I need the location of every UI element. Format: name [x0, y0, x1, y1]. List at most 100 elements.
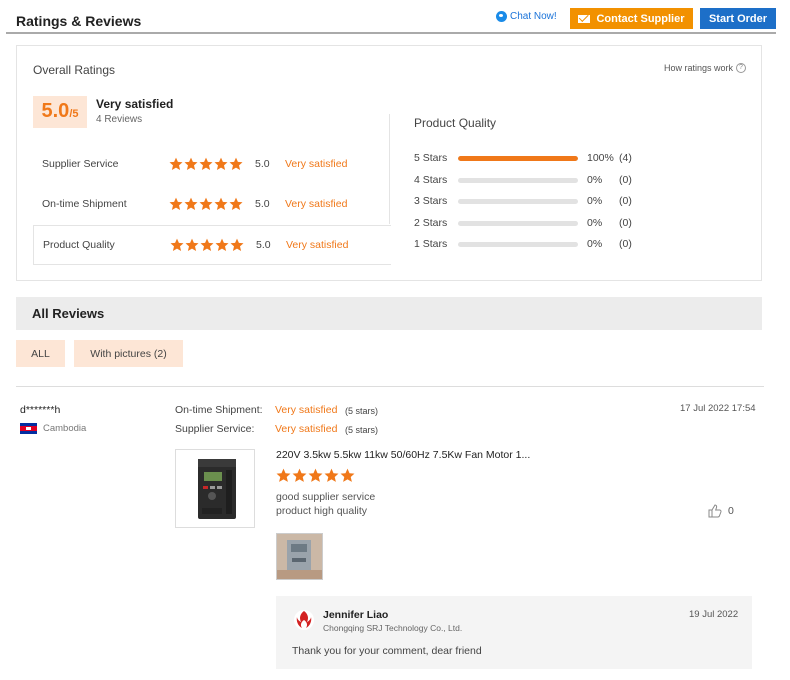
star-icon: [230, 238, 244, 251]
star-icon: [215, 238, 229, 251]
star-icon: [276, 468, 291, 482]
envelope-icon: [578, 14, 591, 23]
reviews-divider: [16, 386, 764, 387]
contact-supplier-button[interactable]: Contact Supplier: [570, 8, 693, 29]
distribution-label: 5 Stars: [414, 152, 448, 164]
star-icon: [229, 197, 243, 210]
all-reviews-title: All Reviews: [32, 306, 105, 321]
distribution-row: 2 Stars 0% (0): [414, 216, 654, 230]
overall-score-badge: 5.0 /5: [33, 96, 87, 128]
distribution-percent: 0%: [587, 217, 603, 229]
like-count: 0: [728, 505, 734, 517]
reviews-count: 4 Reviews: [96, 114, 143, 125]
distribution-count: (4): [619, 152, 632, 164]
cambodia-flag-icon: [20, 423, 37, 434]
distribution-label: 4 Stars: [414, 174, 448, 186]
shipment-stars: (5 stars): [345, 406, 379, 416]
category-stars: [169, 157, 243, 171]
shipment-label: On-time Shipment:: [175, 404, 263, 416]
chat-now-link[interactable]: Chat Now!: [496, 11, 557, 22]
reply-message: Thank you for your comment, dear friend: [292, 645, 482, 657]
distribution-label: 2 Stars: [414, 217, 448, 229]
star-icon: [185, 238, 199, 251]
page-title: Ratings & Reviews: [16, 13, 142, 29]
distribution-bar: [458, 241, 578, 247]
shipment-value: Very satisfied: [275, 404, 338, 416]
contact-supplier-label: Contact Supplier: [596, 12, 685, 25]
category-value: 5.0: [256, 239, 271, 251]
distribution-bar: [458, 155, 578, 161]
reply-date: 19 Jul 2022: [689, 609, 739, 620]
star-icon: [214, 197, 228, 210]
all-reviews-bar: All Reviews: [16, 297, 762, 330]
distribution-row: 5 Stars 100% (4): [414, 151, 654, 165]
category-stars: [170, 238, 244, 252]
star-icon: [184, 157, 198, 170]
category-row-on-time-shipment: On-time Shipment 5.0 Very satisfied: [33, 184, 391, 224]
distribution-count: (0): [619, 238, 632, 250]
product-title-link[interactable]: 220V 3.5kw 5.5kw 11kw 50/60Hz 7.5Kw Fan …: [276, 449, 530, 461]
service-stars: (5 stars): [345, 425, 379, 435]
category-label: Supplier Service: [42, 158, 119, 170]
distribution-count: (0): [619, 174, 632, 186]
category-stars: [169, 197, 243, 211]
distribution-label: 3 Stars: [414, 195, 448, 207]
review-stars: [276, 468, 355, 483]
category-row-product-quality[interactable]: Product Quality 5.0 Very satisfied: [33, 225, 391, 265]
supplier-logo-icon: [294, 610, 314, 630]
thumbs-up-icon: [708, 504, 722, 518]
start-order-button[interactable]: Start Order: [700, 8, 776, 29]
star-icon: [199, 197, 213, 210]
section-header: Ratings & Reviews Chat Now! Contact Supp…: [6, 0, 776, 34]
star-icon: [229, 157, 243, 170]
star-icon: [308, 468, 323, 482]
chat-icon: [496, 11, 507, 22]
review-date: 17 Jul 2022 17:54: [680, 403, 756, 414]
how-ratings-work-link[interactable]: How ratings work ?: [664, 63, 746, 73]
filter-all-button[interactable]: ALL: [16, 340, 65, 367]
distribution-percent: 0%: [587, 195, 603, 207]
distribution-row: 3 Stars 0% (0): [414, 194, 654, 208]
category-row-supplier-service: Supplier Service 5.0 Very satisfied: [33, 144, 391, 184]
star-icon: [170, 238, 184, 251]
review-text-line-1: good supplier service: [276, 491, 376, 503]
overall-ratings-panel: Overall Ratings How ratings work ? 5.0 /…: [16, 45, 762, 281]
category-satisfaction: Very satisfied: [286, 239, 349, 251]
category-satisfaction: Very satisfied: [285, 158, 348, 170]
distribution-percent: 0%: [587, 174, 603, 186]
product-image[interactable]: [175, 449, 255, 528]
star-icon: [292, 468, 307, 482]
help-icon: ?: [736, 63, 746, 73]
category-value: 5.0: [255, 198, 270, 210]
overall-score: 5.0: [41, 100, 70, 122]
distribution-percent: 100%: [587, 152, 614, 164]
distribution-percent: 0%: [587, 238, 603, 250]
supplier-reply: Jennifer Liao Chongqing SRJ Technology C…: [276, 596, 752, 669]
distribution-count: (0): [619, 195, 632, 207]
distribution-row: 4 Stars 0% (0): [414, 173, 654, 187]
reply-author: Jennifer Liao: [323, 609, 389, 621]
country-label: Cambodia: [43, 423, 87, 434]
distribution-bar: [458, 177, 578, 183]
category-label: Product Quality: [43, 239, 115, 251]
how-ratings-work-label: How ratings work: [663, 63, 733, 73]
review-text-line-2: product high quality: [276, 505, 368, 517]
reviewer-name: d*******h: [20, 404, 61, 416]
filter-with-pictures-button[interactable]: With pictures (2): [74, 340, 183, 367]
star-icon: [214, 157, 228, 170]
service-label: Supplier Service:: [175, 423, 255, 435]
distribution-bar: [458, 220, 578, 226]
service-value: Very satisfied: [275, 423, 338, 435]
overall-ratings-title: Overall Ratings: [33, 63, 116, 77]
distribution-bar-fill: [458, 155, 578, 161]
chat-now-label: Chat Now!: [510, 11, 557, 22]
star-icon: [169, 197, 183, 210]
star-icon: [184, 197, 198, 210]
distribution-label: 1 Stars: [414, 238, 448, 250]
category-satisfaction: Very satisfied: [285, 198, 348, 210]
review-photo-thumbnail[interactable]: [276, 533, 323, 580]
like-button[interactable]: 0: [708, 504, 734, 518]
distribution-count: (0): [619, 217, 632, 229]
star-icon: [200, 238, 214, 251]
overall-score-max: /5: [69, 108, 79, 120]
